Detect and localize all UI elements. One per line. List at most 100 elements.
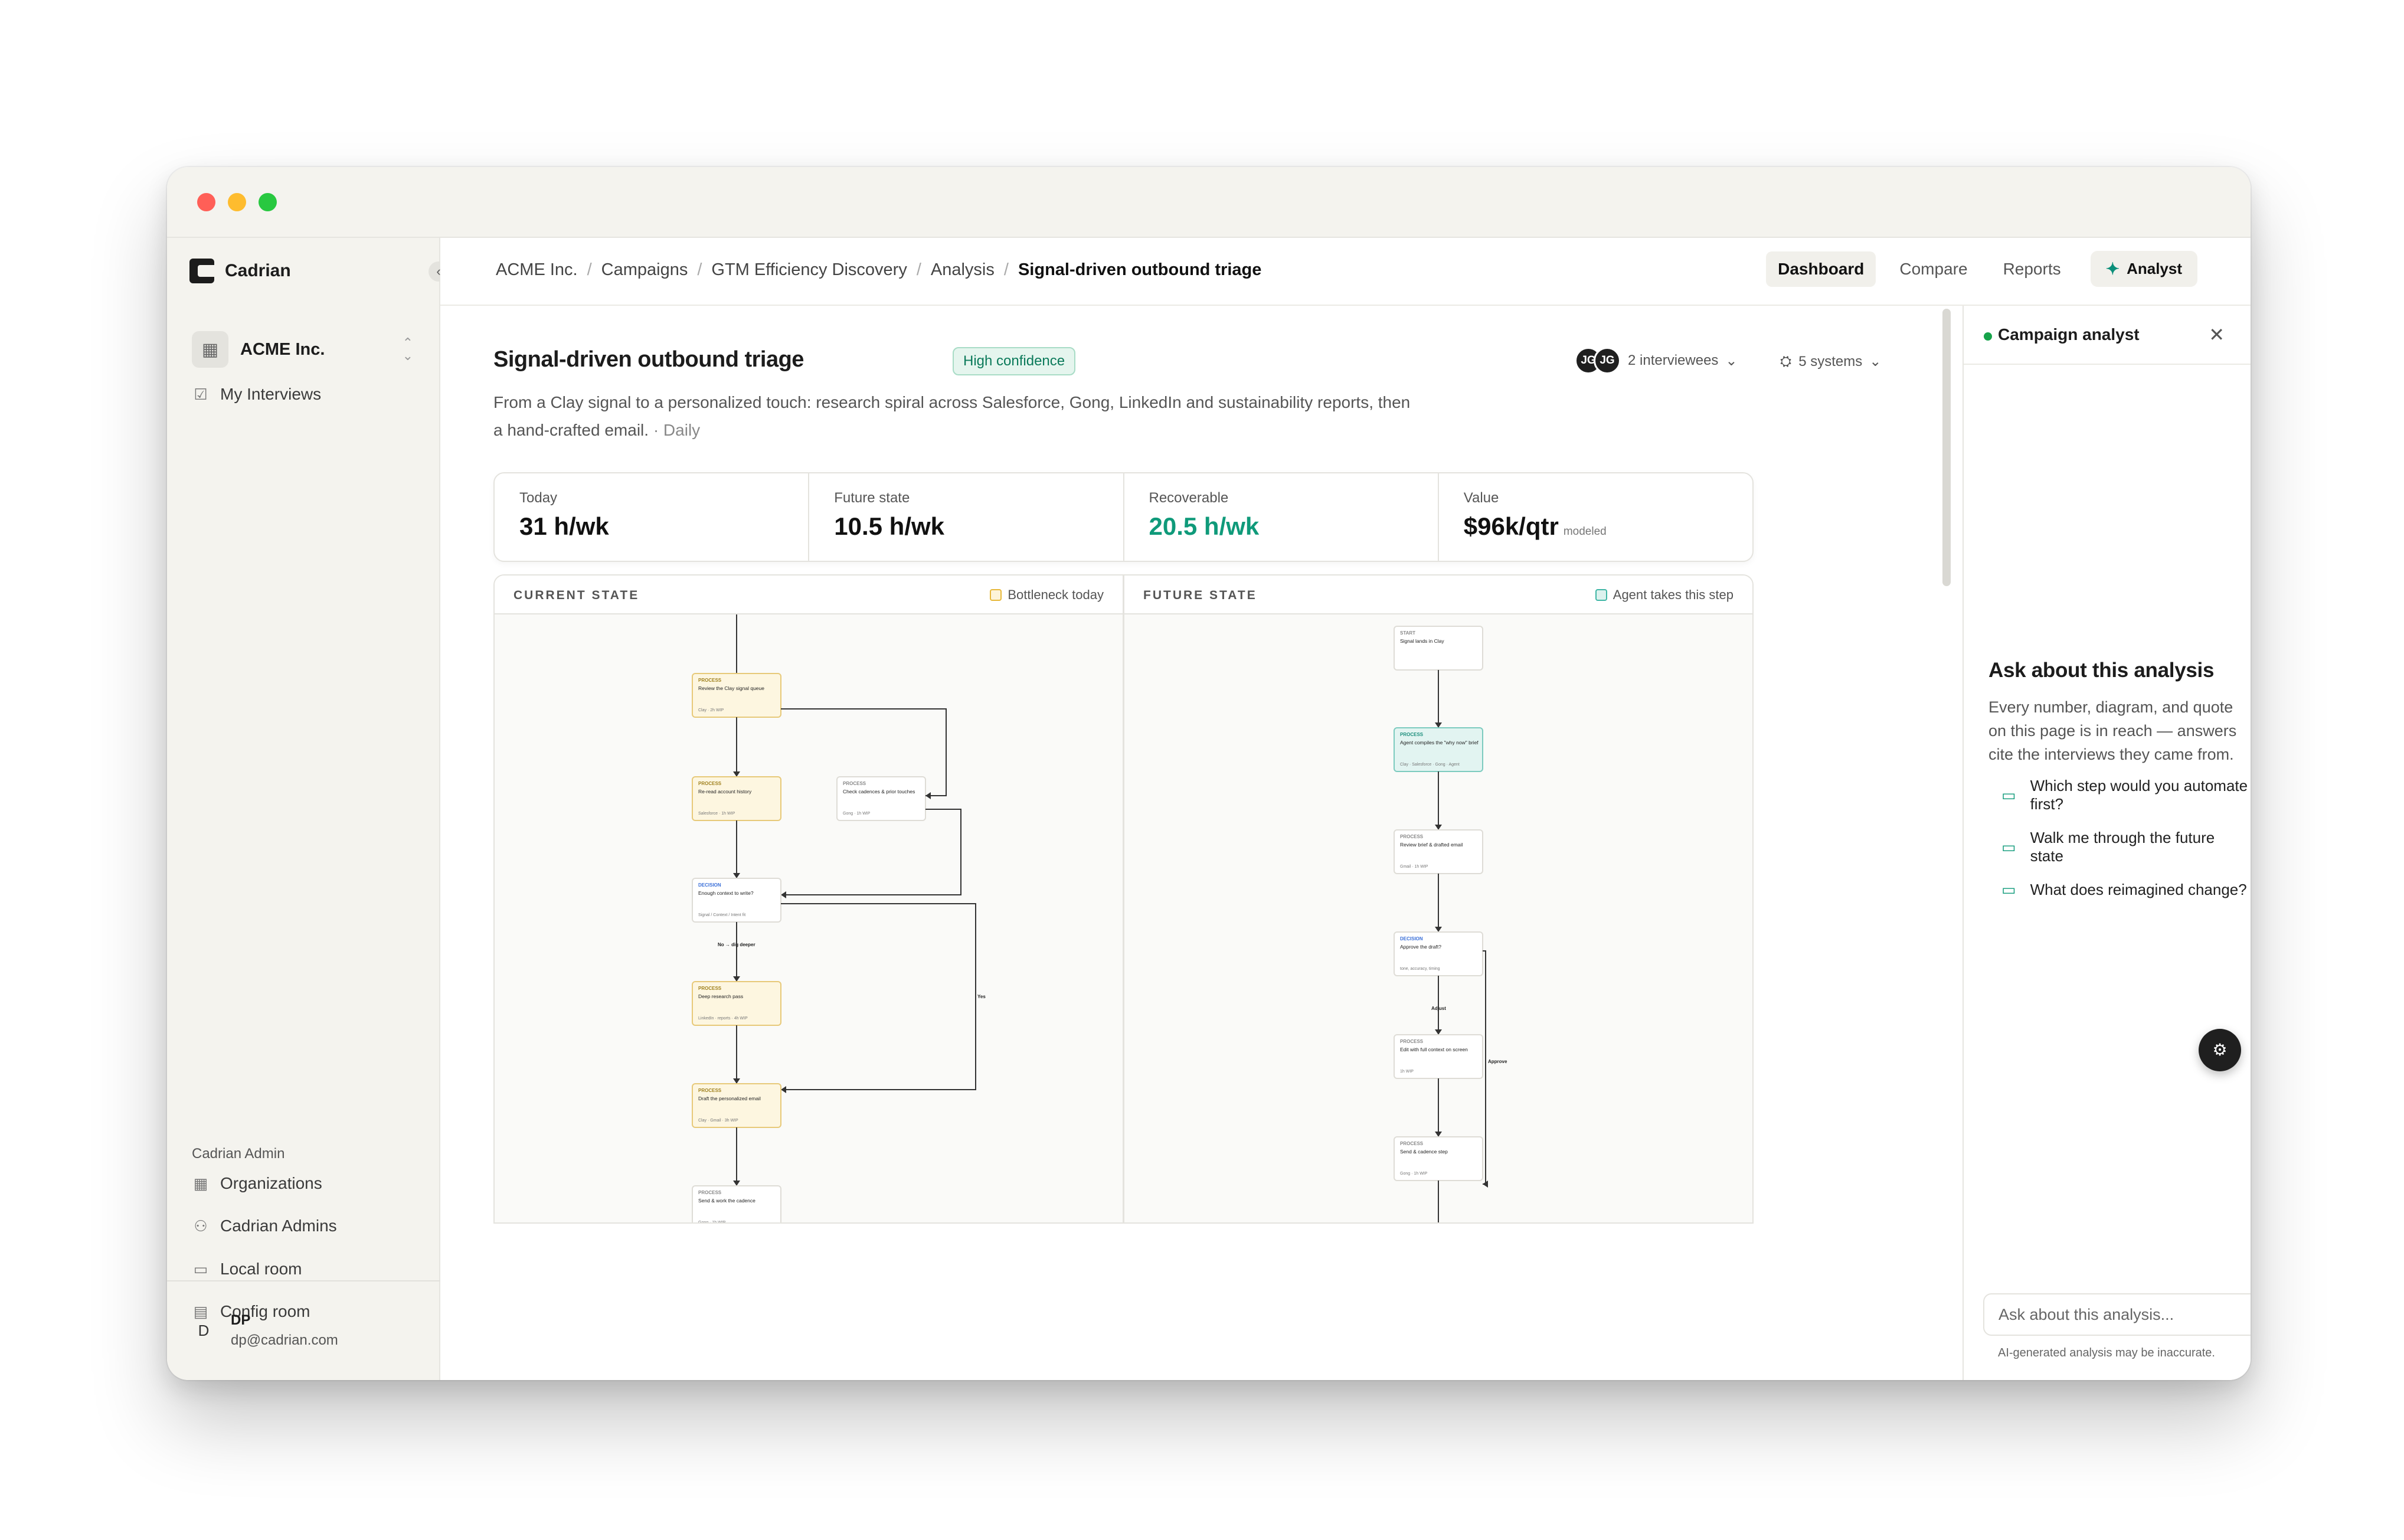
breadcrumb-separator: / (587, 260, 592, 279)
arrow-head (1435, 1029, 1442, 1035)
suggestion-label: Which step would you automate first? (2030, 777, 2248, 813)
node-kind: PROCESS (698, 781, 722, 786)
sidebar-item-local-room[interactable]: ▭ Local room (192, 1257, 302, 1281)
interviewees-dropdown[interactable]: JG JG 2 interviewees ⌄ (1575, 347, 1738, 374)
avatar: D (198, 1321, 210, 1339)
sidebar-divider (167, 1280, 440, 1281)
node-label: Deep research pass (698, 993, 743, 999)
current-state-flow[interactable]: PROCESS Review the Clay signal queue Clay … (495, 614, 1124, 1224)
flow-node[interactable]: START Signal lands in Clay (1394, 626, 1483, 671)
close-icon[interactable]: ✕ (2209, 323, 2225, 346)
sidebar-item-my-interviews[interactable]: ☑ My Interviews (192, 382, 321, 406)
stat-value: 20.5 h/wk (1149, 512, 1260, 540)
arrow-head (1435, 722, 1442, 728)
stat-note: modeled (1563, 525, 1607, 538)
node-kind: PROCESS (698, 678, 722, 683)
future-state-flow[interactable]: START Signal lands in Clay PROCESS Agent co… (1124, 614, 1754, 1224)
stat-value: 31 h/wk (519, 512, 609, 540)
node-meta: Clay · Salesforce · Gong · Agent (1400, 763, 1460, 767)
node-label: Signal lands in Clay (1400, 638, 1444, 644)
chevron-down-icon: ⌄ (1725, 352, 1738, 369)
analyst-header: Campaign analyst ✕ (1964, 306, 2251, 365)
suggestion-item[interactable]: ▭ Which step would you automate first? (2001, 777, 2251, 813)
avatar: JG (1594, 347, 1621, 374)
brand[interactable]: Cadrian (189, 259, 291, 283)
chevron-down-icon: ⌄ (1869, 354, 1882, 370)
flow-node[interactable]: PROCESS Agent compiles the "why now" brie… (1394, 727, 1483, 772)
legend: Bottleneck today (990, 587, 1104, 603)
org-name: ACME Inc. (240, 339, 325, 359)
org-switcher[interactable]: ▦ ACME Inc. ⌃ ⌄ (192, 331, 413, 368)
systems-icon: ⛭ (1780, 353, 1792, 370)
chat-icon: ▭ (2001, 881, 2016, 898)
tab-dashboard[interactable]: Dashboard (1766, 251, 1876, 287)
suggestion-item[interactable]: ▭ What does reimagined change? (2001, 881, 2247, 899)
flow-node[interactable]: PROCESS Deep research pass LinkedIn · repo… (692, 981, 781, 1026)
node-label: Check cadences & prior touches (843, 789, 915, 794)
floating-action-button[interactable]: ⚙ (2199, 1029, 2241, 1071)
node-label: Review brief & drafted email (1400, 842, 1463, 848)
stat-label: Value (1463, 490, 1499, 506)
flow-node[interactable]: DECISION Enough context to write? Signal /… (692, 878, 781, 923)
node-meta: Gong · 1h WIP (698, 1221, 726, 1224)
node-kind: DECISION (1400, 936, 1423, 941)
node-kind: PROCESS (698, 986, 722, 991)
breadcrumb-item[interactable]: Campaigns (601, 260, 688, 280)
close-window-button[interactable] (197, 193, 215, 211)
building-icon: ▦ (192, 331, 228, 368)
tab-compare[interactable]: Compare (1888, 251, 1979, 287)
node-label: Draft the personalized email (698, 1096, 761, 1101)
stats-card: Today 31 h/wk Future state 10.5 h/wk Rec… (493, 472, 1754, 562)
systems-dropdown[interactable]: ⛭ 5 systems ⌄ (1780, 353, 1881, 370)
edge-label: No → dig deeper (718, 942, 755, 947)
arrow-head (733, 873, 740, 878)
suggestion-item[interactable]: ▭ Walk me through the future state (2001, 829, 2251, 865)
systems-label: 5 systems (1798, 353, 1863, 370)
flow-node[interactable]: PROCESS Send & cadence step Gong · 1h WIP (1394, 1136, 1483, 1181)
breadcrumb-item[interactable]: Analysis (931, 260, 995, 280)
main-scrollbar[interactable] (1942, 309, 1951, 586)
flow-node[interactable]: PROCESS Review brief & drafted email Gmail… (1394, 829, 1483, 874)
sparkle-icon: ✦ (2105, 260, 2120, 278)
maximize-window-button[interactable] (259, 193, 277, 211)
arrow-head (733, 976, 740, 982)
flow-node[interactable]: PROCESS Draft the personalized email Clay … (692, 1083, 781, 1128)
ask-input[interactable] (1984, 1294, 2251, 1335)
node-label: Agent compiles the "why now" brief (1400, 740, 1479, 746)
flow-node[interactable]: PROCESS Check cadences & prior touches Gon… (836, 776, 926, 821)
flow-node[interactable]: PROCESS Send & work the cadence Gong · 1h … (692, 1185, 781, 1224)
breadcrumb-item[interactable]: ACME Inc. (496, 260, 578, 280)
bottleneck-swatch (990, 589, 1002, 601)
interviewee-avatars: JG JG (1575, 347, 1621, 374)
interviewees-label: 2 interviewees (1628, 352, 1719, 368)
arrow-head (1435, 927, 1442, 932)
ask-description: Every number, diagram, and quote on this… (1988, 698, 2237, 763)
flow-node[interactable]: PROCESS Re-read account history Salesforce… (692, 776, 781, 821)
sidebar-item-cadrian-admins[interactable]: ⚇ Cadrian Admins (192, 1214, 336, 1238)
future-state-panel: FUTURE STATE Agent takes this step START… (1123, 574, 1754, 1224)
agent-swatch (1595, 589, 1607, 601)
flow-edge (781, 903, 976, 1090)
analyst-button[interactable]: ✦ Analyst (2090, 251, 2197, 287)
flow-node[interactable]: DECISION Approve the draft? tone, accuracy… (1394, 931, 1483, 976)
flow-edge (781, 809, 961, 895)
video-icon: ▭ (193, 1260, 208, 1278)
arrow-head (925, 792, 931, 799)
analysis-description: From a Clay signal to a personalized tou… (493, 388, 1414, 444)
legend: Agent takes this step (1595, 587, 1734, 603)
legend-label: Bottleneck today (1008, 587, 1104, 602)
analyst-title: Campaign analyst (1998, 325, 2140, 344)
user-profile[interactable]: D DP dp@cadrian.com (192, 1312, 338, 1349)
chat-icon: ▭ (2001, 838, 2016, 856)
flow-node[interactable]: PROCESS Edit with full context on screen 1… (1394, 1034, 1483, 1079)
sidebar-item-organizations[interactable]: ▦ Organizations (192, 1172, 322, 1195)
node-meta: 1h WIP (1400, 1070, 1414, 1074)
minimize-window-button[interactable] (228, 193, 246, 211)
flow-node[interactable]: PROCESS Review the Clay signal queue Clay … (692, 673, 781, 718)
edge-label: Adjust (1431, 1006, 1446, 1011)
confidence-badge: High confidence (953, 347, 1076, 375)
breadcrumb-item[interactable]: GTM Efficiency Discovery (711, 260, 907, 280)
tab-reports[interactable]: Reports (1991, 251, 2073, 287)
checkbox-icon: ☑ (194, 385, 208, 403)
edge-label: Yes (977, 994, 986, 999)
